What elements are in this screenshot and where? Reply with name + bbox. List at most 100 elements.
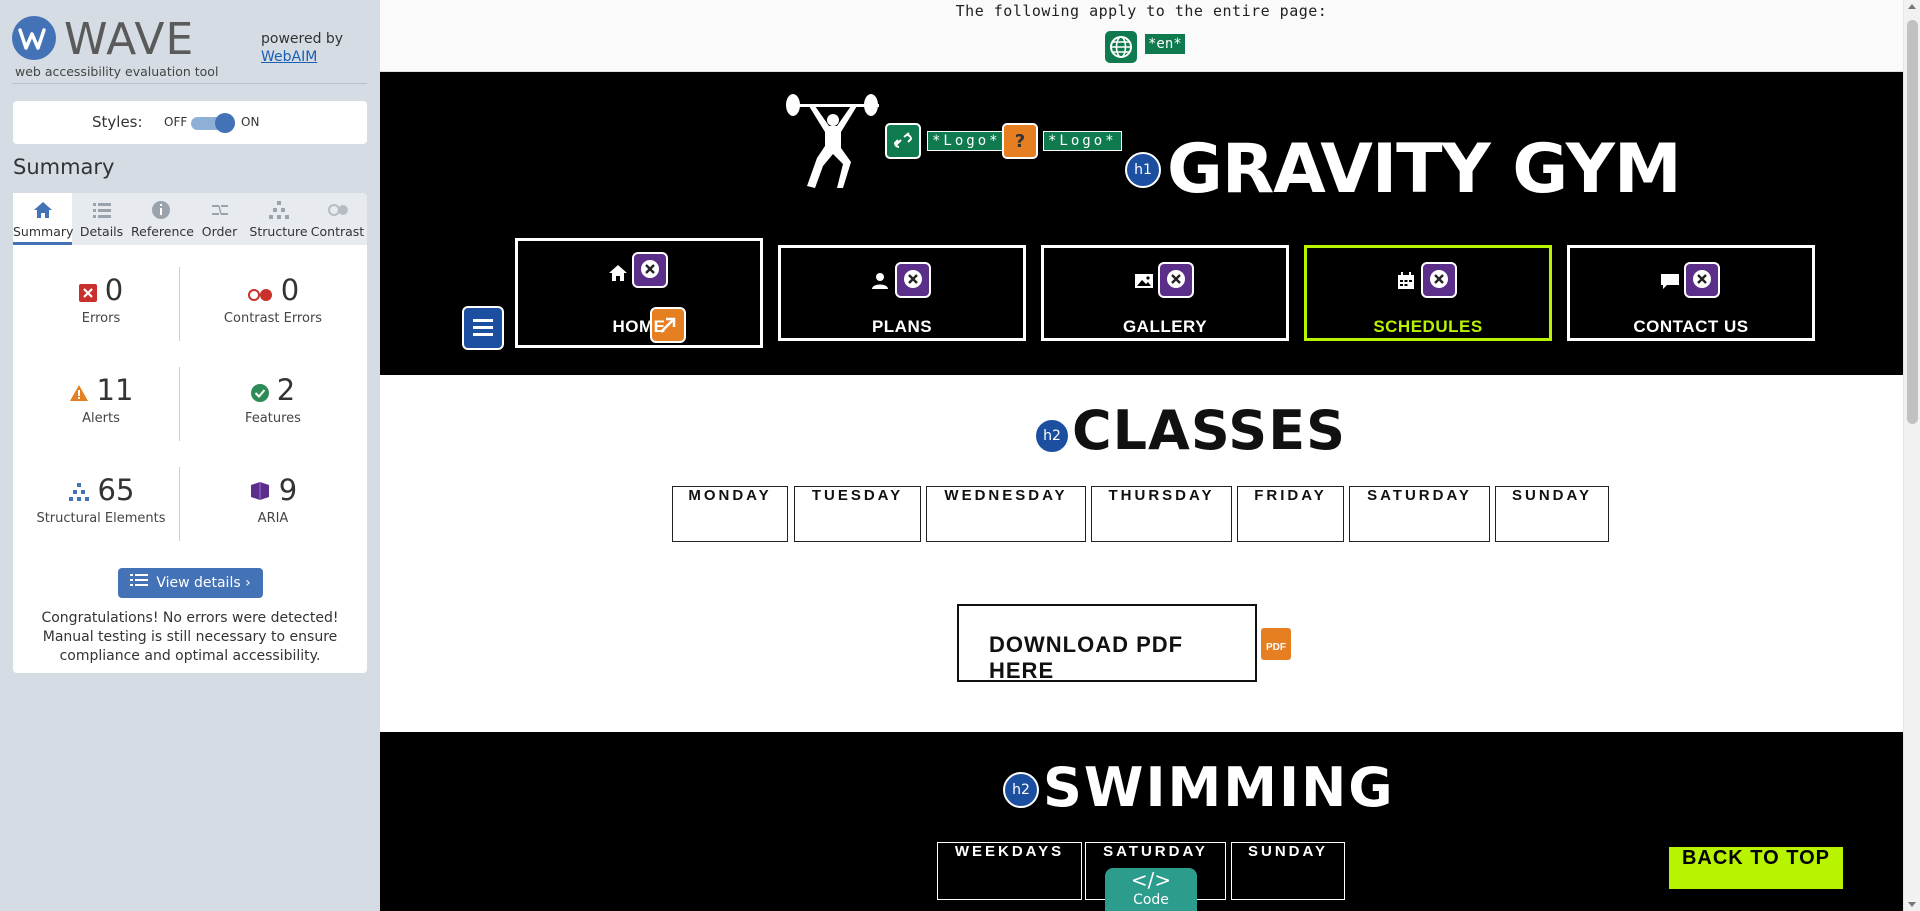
tab-label: Structure (249, 224, 308, 239)
stat-errors[interactable]: 0 Errors (21, 261, 181, 341)
styles-toggle[interactable] (191, 113, 235, 133)
alert-icon (69, 375, 89, 409)
tab-order[interactable]: Order (190, 193, 249, 245)
logo-alt-tag-2: *Logo* (1043, 131, 1122, 151)
stat-structural[interactable]: 65 Structural Elements (21, 461, 181, 541)
errors-count: 0 (104, 273, 124, 307)
toggle-knob (215, 113, 235, 133)
chat-icon (1660, 272, 1680, 295)
css-list-icon[interactable] (462, 306, 504, 350)
nav-plans[interactable]: PLANS (778, 245, 1026, 341)
stat-contrast-errors[interactable]: 0 Contrast Errors (193, 261, 353, 341)
tab-reference[interactable]: Reference (131, 193, 194, 245)
features-count: 2 (276, 373, 296, 407)
code-icon: </> (1130, 868, 1172, 892)
list-icon (130, 568, 149, 598)
day-friday-button[interactable]: FRIDAY (1237, 486, 1344, 542)
classes-heading: CLASSES (1072, 399, 1346, 462)
stat-features-value-row: 2 (193, 373, 353, 409)
stat-aria[interactable]: 9 ARIA (193, 461, 353, 541)
webaim-link[interactable]: WebAIM (261, 49, 317, 65)
wave-brand-name: WAVE (64, 14, 195, 65)
wave-logo-icon (12, 16, 56, 60)
page-scrollbar[interactable] (1903, 0, 1920, 911)
svg-text:PDF: PDF (1266, 642, 1286, 653)
error-icon (78, 275, 97, 309)
alerts-label: Alerts (82, 411, 120, 426)
tab-label: Reference (131, 224, 194, 239)
structural-label: Structural Elements (36, 511, 166, 526)
swim-weekdays-button[interactable]: WEEKDAYS (937, 842, 1082, 900)
stat-alerts-value-row: 11 (21, 373, 181, 409)
congrats-message: Congratulations! No errors were detected… (41, 610, 339, 664)
stat-features[interactable]: 2 Features (193, 361, 353, 441)
scroll-up-arrow-icon[interactable] (1908, 4, 1916, 9)
nav-home[interactable]: HOME (515, 238, 763, 348)
home-icon (608, 264, 628, 287)
tab-contrast[interactable]: Contrast (308, 193, 367, 245)
apply-text: The following apply to the entire page: (955, 2, 1328, 20)
download-pdf-button[interactable]: DOWNLOAD PDF HERE PDF (957, 604, 1293, 683)
contrast-error-icon (247, 275, 273, 309)
powered-by: powered by WebAIM (261, 30, 343, 66)
contrast-icon (327, 200, 349, 220)
wave-sidebar: WAVE web accessibility evaluation tool p… (0, 0, 380, 911)
h1-badge[interactable]: h1 (1125, 152, 1161, 188)
stat-errors-value-row: 0 (21, 273, 181, 309)
tab-summary[interactable]: Summary (13, 193, 73, 245)
back-to-top-button[interactable]: BACK TO TOP (1667, 845, 1845, 891)
day-thursday-button[interactable]: THURSDAY (1091, 486, 1232, 542)
nav-gallery[interactable]: GALLERY (1041, 245, 1289, 341)
language-tag: *en* (1145, 34, 1185, 54)
list-icon (91, 200, 113, 220)
nav-contact-us[interactable]: CONTACT US (1567, 245, 1815, 341)
tab-details[interactable]: Details (72, 193, 131, 245)
globe-icon[interactable] (1105, 31, 1137, 63)
structural-count: 65 (97, 473, 135, 507)
aria-count: 9 (278, 473, 298, 507)
download-pdf-label: DOWNLOAD PDF HERE (989, 632, 1184, 683)
stat-alerts[interactable]: 11 Alerts (21, 361, 181, 441)
styles-label: Styles: (92, 113, 143, 131)
alerts-count: 11 (96, 373, 134, 407)
pdf-alert-icon: PDF (1259, 626, 1293, 662)
site-header: *Logo* ? *Logo* h1 GRAVITY GYM HOME PLAN… (380, 72, 1903, 375)
stat-aria-value-row: 9 (193, 473, 353, 509)
wave-tagline: web accessibility evaluation tool (15, 64, 219, 79)
summary-panel: 0 Errors 0 Contrast Errors 11 Alerts 2 F… (13, 245, 367, 673)
view-details-button[interactable]: View details › (118, 568, 263, 598)
h2-badge[interactable]: h2 (1034, 418, 1070, 454)
info-icon (150, 200, 172, 220)
day-monday-button[interactable]: MONDAY (672, 486, 788, 542)
aria-cube-icon (249, 475, 271, 509)
svg-text:?: ? (1015, 131, 1025, 152)
h2-badge[interactable]: h2 (1003, 772, 1039, 808)
code-panel-toggle[interactable]: </> Code (1105, 868, 1197, 911)
day-wednesday-button[interactable]: WEDNESDAY (926, 486, 1086, 542)
day-sunday-button[interactable]: SUNDAY (1495, 486, 1609, 542)
scrollbar-thumb[interactable] (1907, 20, 1918, 424)
day-saturday-button[interactable]: SATURDAY (1349, 486, 1490, 542)
nav-schedules-label: SCHEDULES (1373, 317, 1483, 336)
nav-schedules[interactable]: SCHEDULES (1304, 245, 1552, 341)
scroll-down-arrow-icon[interactable] (1908, 902, 1916, 907)
code-label: Code (1133, 892, 1169, 908)
styles-off-label: OFF (164, 115, 188, 129)
swimming-section: h2 SWIMMING WEEKDAYS SATURDAY SUNDAY </>… (380, 732, 1903, 911)
order-icon (209, 200, 231, 220)
nav-contact-label: CONTACT US (1633, 317, 1749, 336)
swim-sunday-button[interactable]: SUNDAY (1231, 842, 1345, 900)
linked-image-icon[interactable] (885, 123, 921, 159)
image-icon (1134, 272, 1154, 295)
calendar-icon (1397, 272, 1415, 295)
aria-x-icon (632, 252, 668, 288)
question-alert-icon[interactable]: ? (1002, 123, 1038, 159)
summary-heading: Summary (13, 155, 115, 179)
tab-structure[interactable]: Structure (249, 193, 308, 245)
structure-icon (68, 475, 90, 509)
styles-on-label: ON (241, 115, 260, 129)
logo-alt-tag-1: *Logo* (927, 131, 1006, 151)
aria-label: ARIA (257, 511, 289, 526)
day-tuesday-button[interactable]: TUESDAY (794, 486, 921, 542)
features-label: Features (245, 411, 301, 426)
